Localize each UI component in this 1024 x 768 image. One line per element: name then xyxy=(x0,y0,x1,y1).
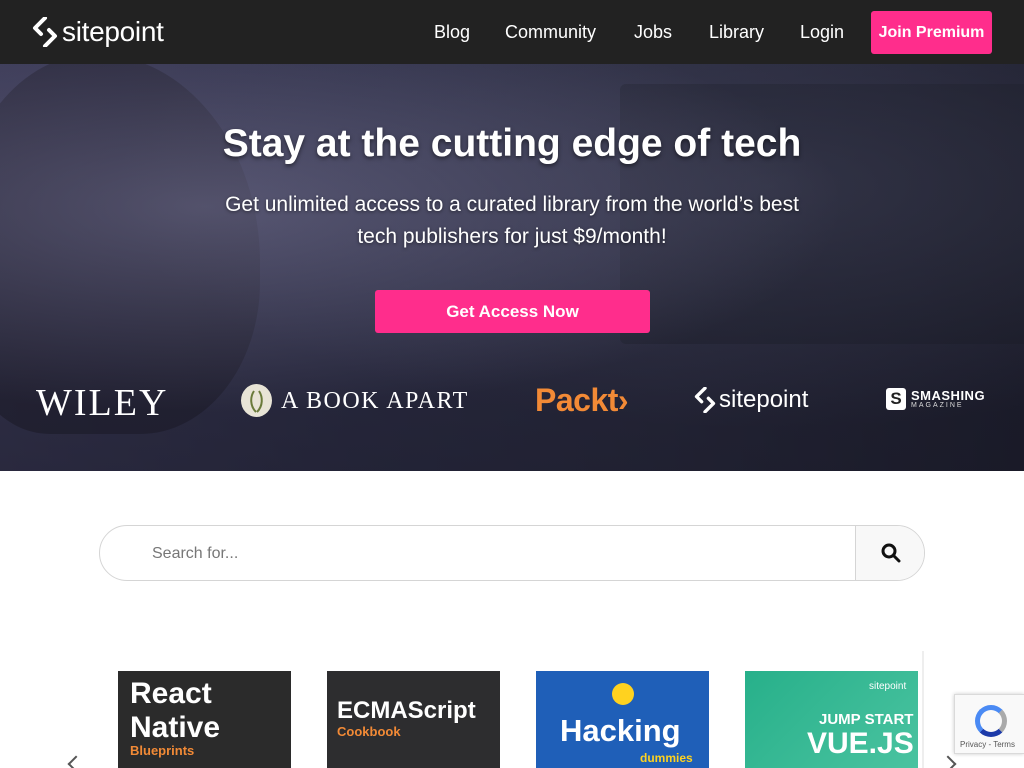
book-title-line2: VUE.JS xyxy=(807,727,914,760)
sitepoint-logo[interactable]: sitepoint xyxy=(32,16,164,48)
sitepoint-publisher-text: sitepoint xyxy=(719,386,809,413)
recaptcha-privacy-terms[interactable]: Privacy - Terms xyxy=(960,740,1015,749)
book-card-jump-start-vue[interactable]: sitepoint JUMP START VUE.JS xyxy=(745,671,918,768)
sitepoint-logo-icon xyxy=(33,17,57,47)
book-title-line2: dummies xyxy=(640,751,693,765)
nav-community[interactable]: Community xyxy=(505,22,596,43)
search-bar xyxy=(99,525,925,581)
sitepoint-publisher-icon xyxy=(694,387,716,413)
logo-text: sitepoint xyxy=(62,16,164,47)
get-access-button[interactable]: Get Access Now xyxy=(375,290,650,333)
carousel-prev-arrow-icon[interactable] xyxy=(67,755,85,768)
search-button[interactable] xyxy=(855,526,924,580)
smashing-magazine-logo: S SMASHING MAGAZINE xyxy=(886,388,985,410)
carousel-next-arrow-icon[interactable] xyxy=(939,755,957,768)
smashing-s-icon: S xyxy=(886,388,906,410)
book-title-line1: React xyxy=(130,677,212,710)
laurel-icon xyxy=(250,390,263,413)
recaptcha-badge[interactable]: Privacy - Terms xyxy=(954,694,1024,754)
nav-library[interactable]: Library xyxy=(709,22,764,43)
a-book-apart-icon xyxy=(241,384,272,417)
book-title-line3: Blueprints xyxy=(130,743,195,758)
hero-subtitle-line1: Get unlimited access to a curated librar… xyxy=(225,193,799,216)
a-book-apart-logo: A BOOK APART xyxy=(281,388,469,414)
book-brand: sitepoint xyxy=(869,681,907,692)
smashing-word: SMASHING xyxy=(911,388,986,403)
magazine-word: MAGAZINE xyxy=(911,402,964,409)
recaptcha-icon xyxy=(975,705,1007,737)
book-card-hacking-dummies[interactable]: Hacking dummies xyxy=(536,671,709,768)
sitepoint-publisher-logo: sitepoint xyxy=(694,386,808,414)
nav-login[interactable]: Login xyxy=(800,22,844,43)
dummies-face-icon xyxy=(612,683,634,705)
site-header: sitepoint Blog Community Jobs Library Lo… xyxy=(0,0,1024,64)
search-icon xyxy=(881,543,901,563)
book-card-react-native[interactable]: React Native Blueprints xyxy=(118,671,291,768)
packt-logo: Packt› xyxy=(535,382,629,418)
join-premium-button[interactable]: Join Premium xyxy=(871,11,992,54)
carousel-edge xyxy=(922,651,924,768)
book-card-ecmascript[interactable]: ECMAScript Cookbook xyxy=(327,671,500,768)
book-title-line1: ECMAScript xyxy=(337,697,476,724)
hero-subtitle-line2: tech publishers for just $9/month! xyxy=(357,225,667,248)
search-input[interactable] xyxy=(152,543,832,565)
hero-title: Stay at the cutting edge of tech xyxy=(222,122,802,165)
book-title-line2: Cookbook xyxy=(337,724,401,739)
wiley-logo: WILEY xyxy=(36,382,169,424)
nav-jobs[interactable]: Jobs xyxy=(634,22,672,43)
book-title-line2: Native xyxy=(130,711,221,744)
book-title-line1: JUMP START xyxy=(819,711,914,728)
book-title-line1: Hacking xyxy=(560,713,681,748)
nav-blog[interactable]: Blog xyxy=(434,22,470,43)
